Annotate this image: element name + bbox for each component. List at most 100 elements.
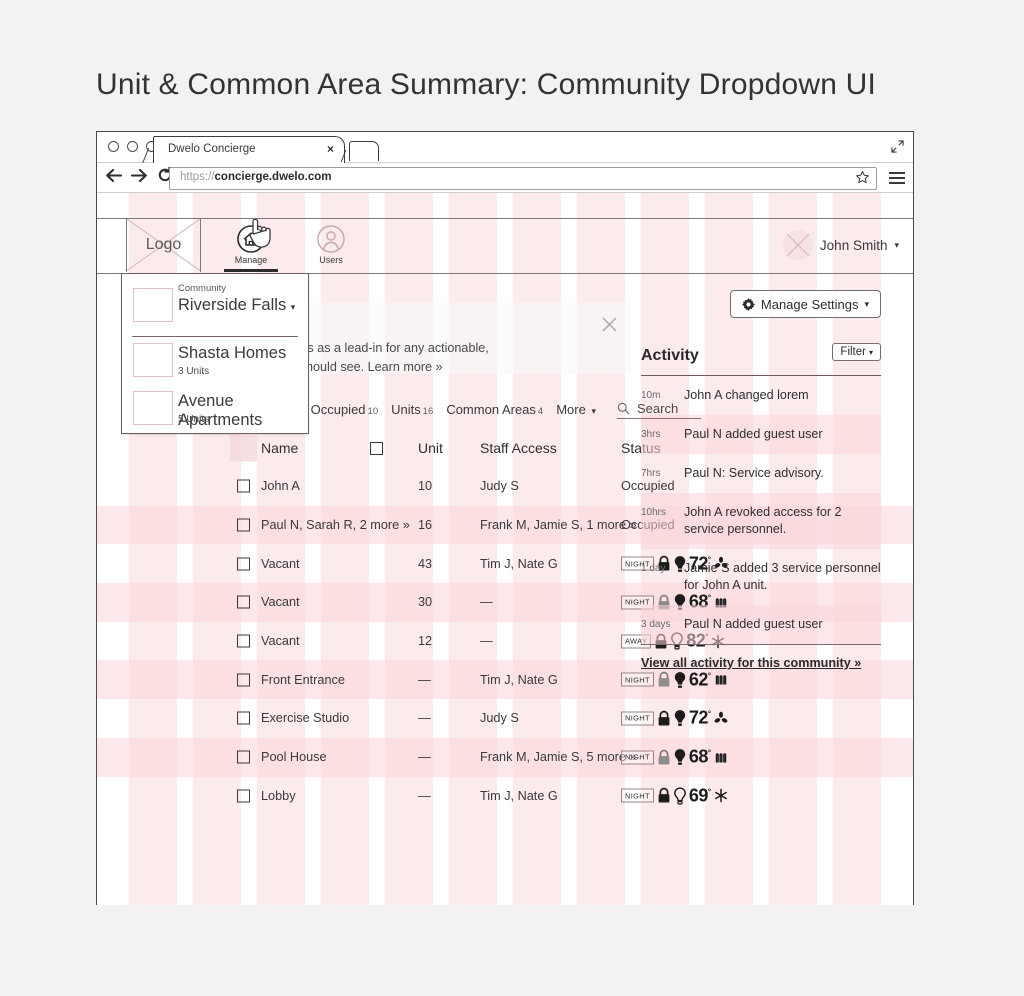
cell-name: Vacant	[261, 595, 300, 610]
fan-icon	[714, 711, 727, 723]
alert-learn-more-link[interactable]: Learn more »	[368, 360, 443, 374]
star-icon[interactable]	[855, 170, 870, 185]
table-row[interactable]: Pool House — Frank M, Jamie S, 5 more » …	[97, 737, 913, 777]
cell-staff-access: —	[480, 634, 493, 649]
status-badge-mode: NIGHT	[621, 750, 654, 765]
nav-item-users[interactable]: Users	[295, 224, 367, 265]
quick-filter-units[interactable]: Units 16	[391, 402, 433, 417]
activity-item[interactable]: 3hrs Paul N added guest user	[641, 415, 881, 454]
quick-filter-common-areas[interactable]: Common Areas 4	[446, 402, 543, 417]
cell-status: NIGHT 68°	[621, 747, 728, 768]
cell-name: Exercise Studio	[261, 711, 350, 726]
quick-filter-occupied[interactable]: Occupied 10	[311, 402, 379, 417]
community-dropdown[interactable]: Community Riverside Falls ▾ Shasta Homes…	[121, 273, 309, 434]
mouse-cursor-pointer	[249, 218, 271, 248]
activity-time: 10hrs	[641, 507, 667, 518]
activity-text: Jamie S added 3 service personnel for Jo…	[684, 561, 881, 592]
activity-filter-button[interactable]: Filter ▾	[832, 343, 881, 361]
cell-status: NIGHT 62°	[621, 669, 728, 690]
quick-filter-more[interactable]: More ▾	[556, 402, 596, 417]
row-checkbox[interactable]	[237, 557, 250, 571]
gear-icon	[741, 297, 755, 311]
community-option-shasta-homes[interactable]: Shasta Homes 3 Units	[122, 337, 308, 385]
search-input[interactable]: Search	[616, 401, 701, 419]
status-badge-mode: NIGHT	[621, 788, 654, 803]
row-checkbox[interactable]	[237, 595, 250, 609]
lock-unlocked-icon	[658, 671, 670, 687]
activity-item[interactable]: 3 days Paul N added guest user	[641, 605, 881, 644]
activity-filter-label: Filter	[840, 346, 866, 358]
bulb-on-icon	[674, 671, 686, 688]
cell-unit: 30	[418, 595, 433, 610]
column-header-name[interactable]: Name	[261, 440, 298, 456]
placeholder-x-icon	[133, 288, 173, 322]
window-close-dot[interactable]	[108, 141, 119, 152]
community-option-units: 3 Units	[178, 366, 210, 377]
row-checkbox[interactable]	[237, 789, 250, 803]
select-all-checkbox-cell[interactable]	[230, 434, 383, 462]
activity-item[interactable]: 10hrs John A revoked access for 2 servic…	[641, 493, 881, 549]
chevron-down-icon: ▾	[864, 298, 869, 309]
activity-text: John A revoked access for 2 service pers…	[684, 505, 842, 536]
bulb-on-icon	[674, 710, 686, 727]
nav-item-manage-label: Manage	[234, 255, 268, 265]
cell-name: John A	[261, 479, 300, 494]
quick-filter-common-areas-label: Common Areas	[446, 402, 536, 417]
status-badge-mode: NIGHT	[621, 672, 654, 687]
window-minimize-dot[interactable]	[127, 141, 138, 152]
logo[interactable]: Logo	[126, 219, 201, 272]
activity-text: John A changed lorem	[684, 388, 809, 402]
search-icon	[617, 402, 630, 414]
heat-waves-icon	[715, 752, 726, 763]
row-checkbox[interactable]	[237, 673, 250, 687]
activity-title: Activity	[641, 347, 699, 364]
cell-staff-access: Tim J, Nate G	[480, 556, 558, 571]
hamburger-menu-icon[interactable]	[889, 169, 905, 187]
chevron-down-icon: ▾	[868, 348, 873, 357]
heat-waves-icon	[715, 675, 726, 685]
cell-staff-access: Frank M, Jamie S, 1 more »	[480, 518, 637, 533]
close-icon[interactable]	[602, 317, 617, 332]
column-header-unit[interactable]: Unit	[418, 440, 443, 456]
community-option-avenue-apartments[interactable]: Avenue Apartments 5 Units	[122, 385, 308, 433]
cell-temperature: 68°	[688, 746, 711, 767]
table-row[interactable]: Lobby — Tim J, Nate G NIGHT 69°	[97, 777, 913, 816]
community-name-text: Riverside Falls	[178, 296, 287, 314]
maximize-icon[interactable]	[891, 140, 904, 153]
status-badge-mode: NIGHT	[621, 711, 654, 726]
activity-text: Paul N added guest user	[684, 617, 823, 631]
cell-staff-access: Judy S	[480, 479, 519, 494]
community-dropdown-current[interactable]: Community Riverside Falls ▾	[122, 274, 308, 336]
user-menu[interactable]: John Smith ▾	[782, 230, 899, 260]
lock-unlocked-icon	[658, 749, 670, 765]
select-all-checkbox[interactable]	[370, 441, 383, 455]
manage-settings-button[interactable]: Manage Settings ▾	[729, 290, 881, 318]
back-arrow-icon[interactable]	[105, 168, 122, 183]
row-checkbox[interactable]	[237, 634, 250, 648]
placeholder-x-icon	[133, 343, 173, 377]
chevron-down-icon[interactable]: ▾	[291, 302, 296, 312]
forward-arrow-icon[interactable]	[131, 168, 148, 183]
row-checkbox[interactable]	[237, 750, 250, 764]
activity-item[interactable]: 7hrs Paul N: Service advisory.	[641, 454, 881, 493]
url-input[interactable]: https://concierge.dwelo.com	[169, 167, 877, 190]
app-header: Logo Manage Users John Smith ▾	[97, 218, 913, 274]
row-checkbox[interactable]	[237, 518, 250, 532]
new-tab-button[interactable]	[349, 141, 379, 161]
url-scheme: https://	[180, 171, 215, 183]
view-all-activity-link[interactable]: View all activity for this community »	[641, 656, 861, 670]
row-checkbox[interactable]	[237, 711, 250, 725]
column-header-staff-access[interactable]: Staff Access	[480, 440, 557, 456]
cell-name: Paul N, Sarah R, 2 more »	[261, 518, 410, 533]
row-checkbox[interactable]	[237, 479, 250, 493]
chevron-down-icon[interactable]: ▾	[894, 240, 899, 251]
cell-staff-access: Frank M, Jamie S, 5 more »	[480, 750, 637, 765]
cell-unit: —	[418, 711, 431, 726]
cell-staff-access: Judy S	[480, 711, 519, 726]
close-icon[interactable]: ×	[327, 142, 334, 156]
cell-temperature: 62°	[688, 669, 711, 690]
table-row[interactable]: Exercise Studio — Judy S NIGHT 72°	[97, 699, 913, 738]
browser-tab[interactable]: Dwelo Concierge ×	[153, 136, 345, 163]
cell-unit: —	[418, 672, 431, 687]
activity-item[interactable]: 1 day Jamie S added 3 service personnel …	[641, 549, 881, 605]
